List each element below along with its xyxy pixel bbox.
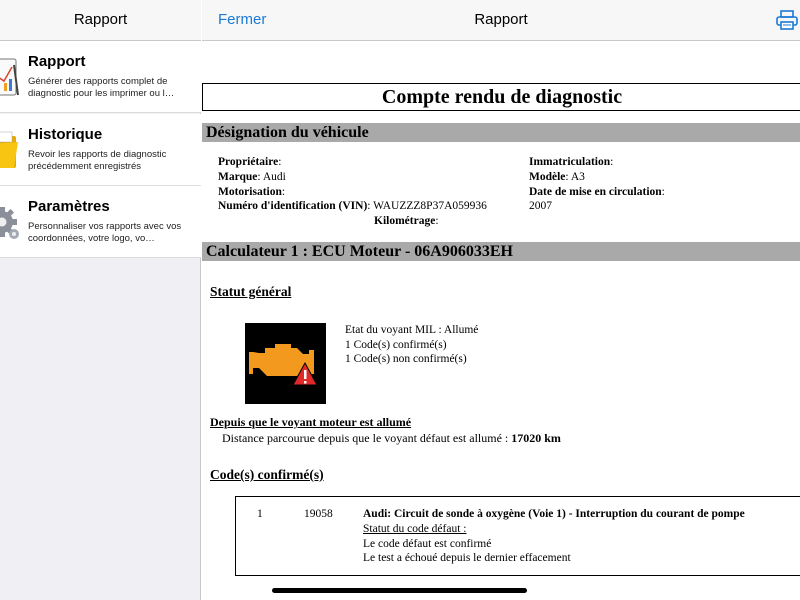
mileage-label: Kilométrage <box>374 215 436 227</box>
check-engine-icon <box>245 323 326 404</box>
report-view[interactable]: Compte rendu de diagnostic Désignation d… <box>202 41 800 600</box>
home-indicator[interactable] <box>272 588 527 593</box>
confirmed-count: 1 Code(s) confirmé(s) <box>345 339 447 351</box>
sidebar-item-title: Historique <box>28 126 103 143</box>
distance-row: Distance parcourue depuis que le voyant … <box>222 431 561 446</box>
sidebar-item-desc: Générer des rapports complet de diagnost… <box>28 76 175 99</box>
sidebar-item-parametres[interactable]: Paramètres Personnaliser vos rapports av… <box>0 186 201 258</box>
mileage-row: Kilométrage: <box>374 215 439 227</box>
printer-icon[interactable] <box>776 10 798 30</box>
dtc-table: 1 19058 Audi: Circuit de sonde à oxygène… <box>235 496 800 576</box>
engine-label: Motorisation <box>218 186 282 198</box>
distance-value: 17020 km <box>511 431 561 445</box>
vin-label: Numéro d'identification (VIN) <box>218 200 368 212</box>
gear-icon <box>0 200 20 244</box>
model-row: Modèle: A3 <box>529 171 585 183</box>
main-navbar: Fermer Rapport <box>202 0 800 41</box>
sidebar-item-rapport[interactable]: Rapport Générer des rapports complet de … <box>0 41 201 113</box>
vin-value: WAUZZZ8P37A059936 <box>373 200 487 212</box>
brand-label: Marque <box>218 171 258 183</box>
dtc-status-line: Le code défaut est confirmé <box>363 538 492 550</box>
vehicle-section-header: Désignation du véhicule <box>202 123 800 142</box>
model-label: Modèle <box>529 171 566 183</box>
report-chart-icon <box>0 55 20 99</box>
dtc-status-line: Le test a échoué depuis le dernier effac… <box>363 552 571 564</box>
owner-row: Propriétaire: <box>218 156 282 168</box>
dtc-status-heading: Statut du code défaut : <box>363 523 467 535</box>
date-label: Date de mise en circulation <box>529 186 662 198</box>
confirmed-codes-heading: Code(s) confirmé(s) <box>210 467 324 482</box>
plate-label: Immatriculation <box>529 156 611 168</box>
dtc-index: 1 <box>257 508 263 520</box>
distance-text: Distance parcourue depuis que le voyant … <box>222 431 509 445</box>
page-title: Rapport <box>474 11 528 28</box>
date-row: Date de mise en circulation: <box>529 186 665 198</box>
model-value: A3 <box>570 171 585 183</box>
folder-icon <box>0 128 20 172</box>
sidebar-navbar: Rapport <box>0 0 201 41</box>
sidebar-title: Rapport <box>73 11 128 28</box>
plate-row: Immatriculation: <box>529 156 614 168</box>
report-title: Compte rendu de diagnostic <box>202 83 800 111</box>
dtc-number: 19058 <box>304 508 333 520</box>
brand-row: Marque: Audi <box>218 171 286 183</box>
sidebar-item-title: Rapport <box>28 53 86 70</box>
sidebar-item-desc: Personnaliser vos rapports avec vos coor… <box>28 221 182 244</box>
unconfirmed-count: 1 Code(s) non confirmé(s) <box>345 353 467 365</box>
mil-status: Etat du voyant MIL : Allumé <box>345 324 479 336</box>
since-mil-heading: Depuis que le voyant moteur est allumé <box>210 415 412 429</box>
date-value: 2007 <box>529 200 552 212</box>
status-heading: Statut général <box>210 284 292 299</box>
owner-label: Propriétaire <box>218 156 279 168</box>
engine-row: Motorisation: <box>218 186 286 198</box>
vin-row: Numéro d'identification (VIN): WAUZZZ8P3… <box>218 200 487 212</box>
brand-value: Audi <box>262 171 286 183</box>
sidebar-item-title: Paramètres <box>28 198 110 215</box>
sidebar-item-desc: Revoir les rapports de diagnostic précéd… <box>28 149 167 172</box>
ecu-section-header: Calculateur 1 : ECU Moteur - 06A906033EH <box>202 242 800 261</box>
dtc-title: Audi: Circuit de sonde à oxygène (Voie 1… <box>363 508 745 520</box>
sidebar: Rapport Rapport Générer des rapports com… <box>0 0 201 600</box>
sidebar-item-historique[interactable]: Historique Revoir les rapports de diagno… <box>0 114 201 186</box>
